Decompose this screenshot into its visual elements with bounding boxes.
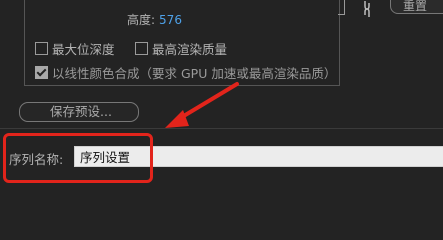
max-bit-depth-option[interactable]: 最大位深度 [35,39,115,58]
linear-color-checkbox[interactable] [35,66,48,79]
height-readout: 高度: 576 [127,11,182,28]
reset-button[interactable]: 重置 [390,0,443,14]
height-value: 576 [159,13,182,27]
max-render-quality-label: 最高渲染质量 [152,42,228,57]
link-icon[interactable] [359,0,375,18]
annotation-highlight-box [3,133,153,183]
max-bit-depth-label: 最大位深度 [52,42,115,57]
height-label: 高度: [127,13,156,27]
max-bit-depth-checkbox[interactable] [35,42,48,55]
max-render-quality-option[interactable]: 最高渲染质量 [135,39,227,58]
max-render-quality-checkbox[interactable] [135,42,148,55]
save-preset-button[interactable]: 保存预设... [19,102,139,122]
annotation-arrow-icon [165,82,239,128]
aspect-bracket [338,0,345,15]
